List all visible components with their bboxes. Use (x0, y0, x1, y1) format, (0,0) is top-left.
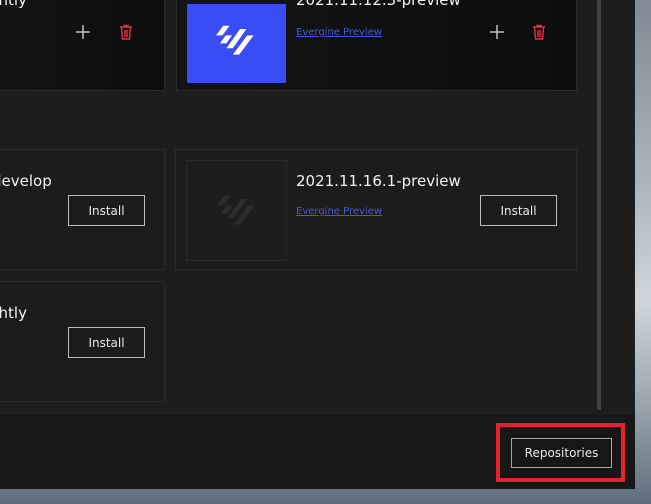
trash-icon[interactable] (530, 23, 548, 41)
install-button[interactable]: Install (68, 327, 145, 358)
card-develop: develop Install (0, 149, 165, 270)
card-2021-11-16-1-preview: 2021.11.16.1-preview Evergine Preview In… (175, 149, 577, 270)
plus-icon[interactable] (74, 23, 92, 41)
evergine-logo-icon (217, 195, 255, 225)
card-nightly: ghtly Install (0, 281, 165, 402)
plus-icon[interactable] (488, 23, 506, 41)
vertical-scrollbar[interactable] (597, 0, 601, 410)
evergine-logo-icon (216, 25, 254, 55)
install-button[interactable]: Install (480, 195, 557, 226)
card-title: ghtly (0, 0, 27, 9)
card-title: 2021.11.16.1-preview (296, 172, 461, 190)
highlight-box (496, 423, 625, 482)
version-thumbnail (187, 4, 286, 83)
version-thumbnail (186, 160, 287, 261)
card-2021-11-12-3-preview: 2021.11.12.3-preview Evergine Preview (176, 0, 577, 91)
card-title: develop (0, 172, 52, 190)
app-window: ghtly 2021.11.12.3-preview Evergine Prev… (0, 0, 635, 489)
trash-icon[interactable] (117, 23, 135, 41)
repository-link[interactable]: Evergine Preview (296, 206, 382, 217)
install-button[interactable]: Install (68, 195, 145, 226)
card-title: ghtly (0, 304, 27, 322)
card-title: 2021.11.12.3-preview (296, 0, 461, 9)
repository-link[interactable]: Evergine Preview (296, 27, 382, 38)
card-nightly-installed: ghtly (0, 0, 165, 91)
